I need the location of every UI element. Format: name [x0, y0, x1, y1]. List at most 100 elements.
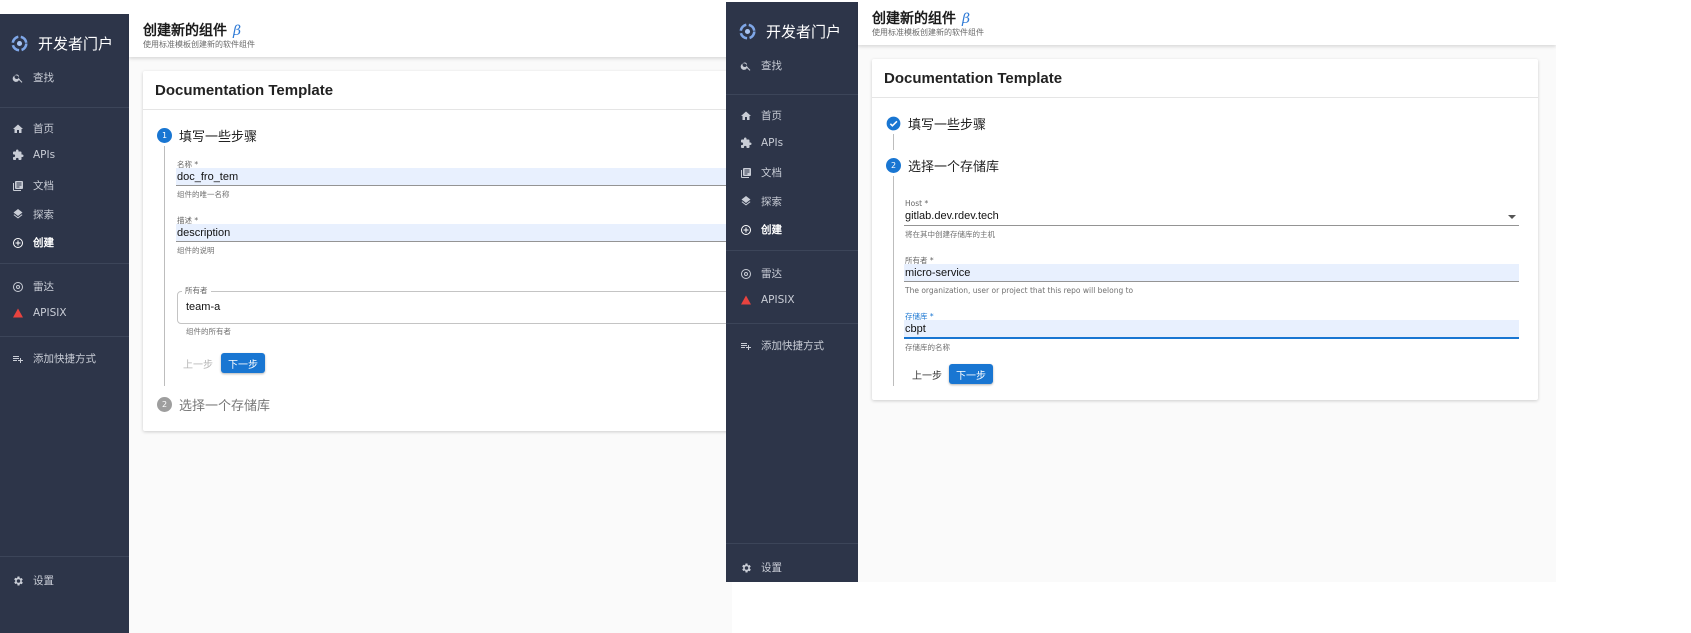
card-title: Documentation Template [884, 70, 1063, 87]
step-1-label: 填写一些步骤 [179, 130, 258, 145]
radar-icon [13, 281, 23, 292]
step-2-number: 2 [886, 158, 901, 173]
sidebar-item-apis[interactable]: APIs [12, 149, 55, 161]
owner-field[interactable] [177, 291, 732, 324]
sidebar: 开发者门户 查找 首页 APIs 文档 探索 创建 雷达 APISIX 添加快捷… [0, 14, 129, 633]
logo-icon [11, 35, 28, 52]
sidebar-item-docs[interactable]: 文档 [740, 165, 782, 180]
template-card: Documentation Template 填写一些步骤 2 选择一个存储库 … [872, 59, 1538, 400]
step-2-label: 选择一个存储库 [908, 160, 1000, 175]
step-1-completed: 填写一些步骤 [886, 114, 986, 133]
repo-name-field[interactable]: cbpt [904, 320, 1519, 339]
puzzle-icon [13, 149, 24, 160]
radar-icon [741, 268, 751, 279]
owner-value: team-a [186, 301, 221, 313]
sidebar-item-add-shortcut[interactable]: 添加快捷方式 [12, 351, 96, 366]
page-header: 创建新的组件 β 使用标准模板创建新的软件组件 [129, 14, 732, 57]
gear-icon [742, 563, 751, 572]
sidebar-item-create[interactable]: 创建 [740, 222, 782, 237]
apisix-icon [741, 295, 751, 305]
playlist-add-icon [13, 355, 23, 363]
puzzle-icon [741, 137, 752, 148]
beta-badge: β [233, 23, 242, 39]
sidebar-item-docs[interactable]: 文档 [12, 178, 54, 193]
page-subtitle: 使用标准模板创建新的软件组件 [143, 40, 255, 49]
repo-name-helper: 存储库的名称 [905, 343, 950, 352]
next-button[interactable]: 下一步 [221, 353, 265, 373]
page-title: 创建新的组件 β [143, 23, 242, 39]
step-2-label: 选择一个存储库 [179, 399, 271, 414]
sidebar: 开发者门户 查找 首页 APIs 文档 探索 创建 雷达 APISIX 添加快捷… [726, 2, 858, 582]
search-button[interactable]: 查找 [12, 70, 54, 85]
step-1: 1 填写一些步骤 [157, 126, 257, 145]
step-2: 2 选择一个存储库 [886, 156, 999, 175]
search-button[interactable]: 查找 [740, 58, 782, 73]
step-connector [893, 176, 894, 386]
page-title: 创建新的组件 β [872, 11, 971, 27]
add-circle-icon [13, 237, 23, 248]
back-button[interactable]: 上一步 [181, 353, 215, 373]
card-divider [872, 97, 1538, 98]
sidebar-item-apis[interactable]: APIs [740, 137, 783, 149]
sidebar-item-apisix[interactable]: APISIX [740, 294, 795, 306]
search-icon [740, 62, 751, 71]
sidebar-divider [726, 94, 858, 95]
sidebar-item-radar[interactable]: 雷达 [12, 279, 54, 294]
sidebar-item-create[interactable]: 创建 [12, 235, 54, 250]
apisix-icon [13, 308, 23, 318]
app-name: 开发者门户 [766, 23, 842, 41]
name-helper: 组件的唯一名称 [177, 190, 230, 199]
page-header: 创建新的组件 β 使用标准模板创建新的软件组件 [858, 2, 1556, 45]
app-logo[interactable]: 开发者门户 [11, 33, 113, 54]
step-1-label: 填写一些步骤 [908, 118, 987, 133]
sidebar-item-settings[interactable]: 设置 [740, 560, 782, 575]
owner-helper: 组件的所有者 [186, 327, 231, 336]
logo-icon [739, 23, 756, 40]
library-icon [13, 180, 23, 191]
sidebar-divider [726, 543, 858, 544]
next-button[interactable]: 下一步 [949, 364, 993, 384]
sidebar-item-home[interactable]: 首页 [740, 108, 782, 123]
add-circle-icon [741, 224, 751, 235]
layers-icon [741, 195, 751, 205]
repo-owner-helper: The organization, user or project that t… [905, 286, 1134, 295]
sidebar-divider [726, 250, 858, 251]
search-icon [12, 74, 23, 83]
sidebar-item-explore[interactable]: 探索 [12, 207, 54, 222]
owner-label: 所有者 [182, 285, 211, 296]
screenshot-step2: 开发者门户 查找 首页 APIs 文档 探索 创建 雷达 APISIX 添加快捷… [726, 2, 1556, 582]
page-subtitle: 使用标准模板创建新的软件组件 [872, 28, 984, 37]
playlist-add-icon [741, 342, 751, 350]
template-card: Documentation Template 1 填写一些步骤 名称 * doc… [143, 71, 732, 431]
app-logo[interactable]: 开发者门户 [739, 21, 841, 42]
sidebar-divider [0, 263, 129, 264]
host-helper: 将在其中创建存储库的主机 [905, 230, 995, 239]
chevron-down-icon[interactable] [1508, 215, 1516, 219]
home-icon [741, 111, 751, 120]
sidebar-divider [0, 336, 129, 337]
description-field[interactable]: description [176, 224, 732, 242]
step-2-number: 2 [157, 397, 172, 412]
sidebar-item-settings[interactable]: 设置 [12, 573, 54, 588]
step-connector [893, 134, 894, 150]
host-select[interactable]: gitlab.dev.rdev.tech [904, 207, 1519, 226]
back-button[interactable]: 上一步 [910, 364, 944, 384]
app-name: 开发者门户 [38, 35, 114, 53]
gear-icon [14, 576, 23, 585]
sidebar-divider [0, 556, 129, 557]
step-2: 2 选择一个存储库 [157, 395, 270, 414]
sidebar-item-radar[interactable]: 雷达 [740, 266, 782, 281]
sidebar-item-add-shortcut[interactable]: 添加快捷方式 [740, 338, 824, 353]
sidebar-item-apisix[interactable]: APISIX [12, 307, 67, 319]
check-circle-icon [886, 116, 901, 131]
sidebar-divider [0, 107, 129, 108]
library-icon [741, 167, 751, 178]
name-field[interactable]: doc_fro_tem [176, 168, 732, 186]
sidebar-item-home[interactable]: 首页 [12, 121, 54, 136]
sidebar-item-explore[interactable]: 探索 [740, 194, 782, 209]
layers-icon [13, 208, 23, 218]
repo-owner-field[interactable]: micro-service [904, 264, 1519, 282]
card-title: Documentation Template [155, 82, 334, 99]
step-connector [164, 146, 165, 386]
description-helper: 组件的说明 [177, 246, 215, 255]
